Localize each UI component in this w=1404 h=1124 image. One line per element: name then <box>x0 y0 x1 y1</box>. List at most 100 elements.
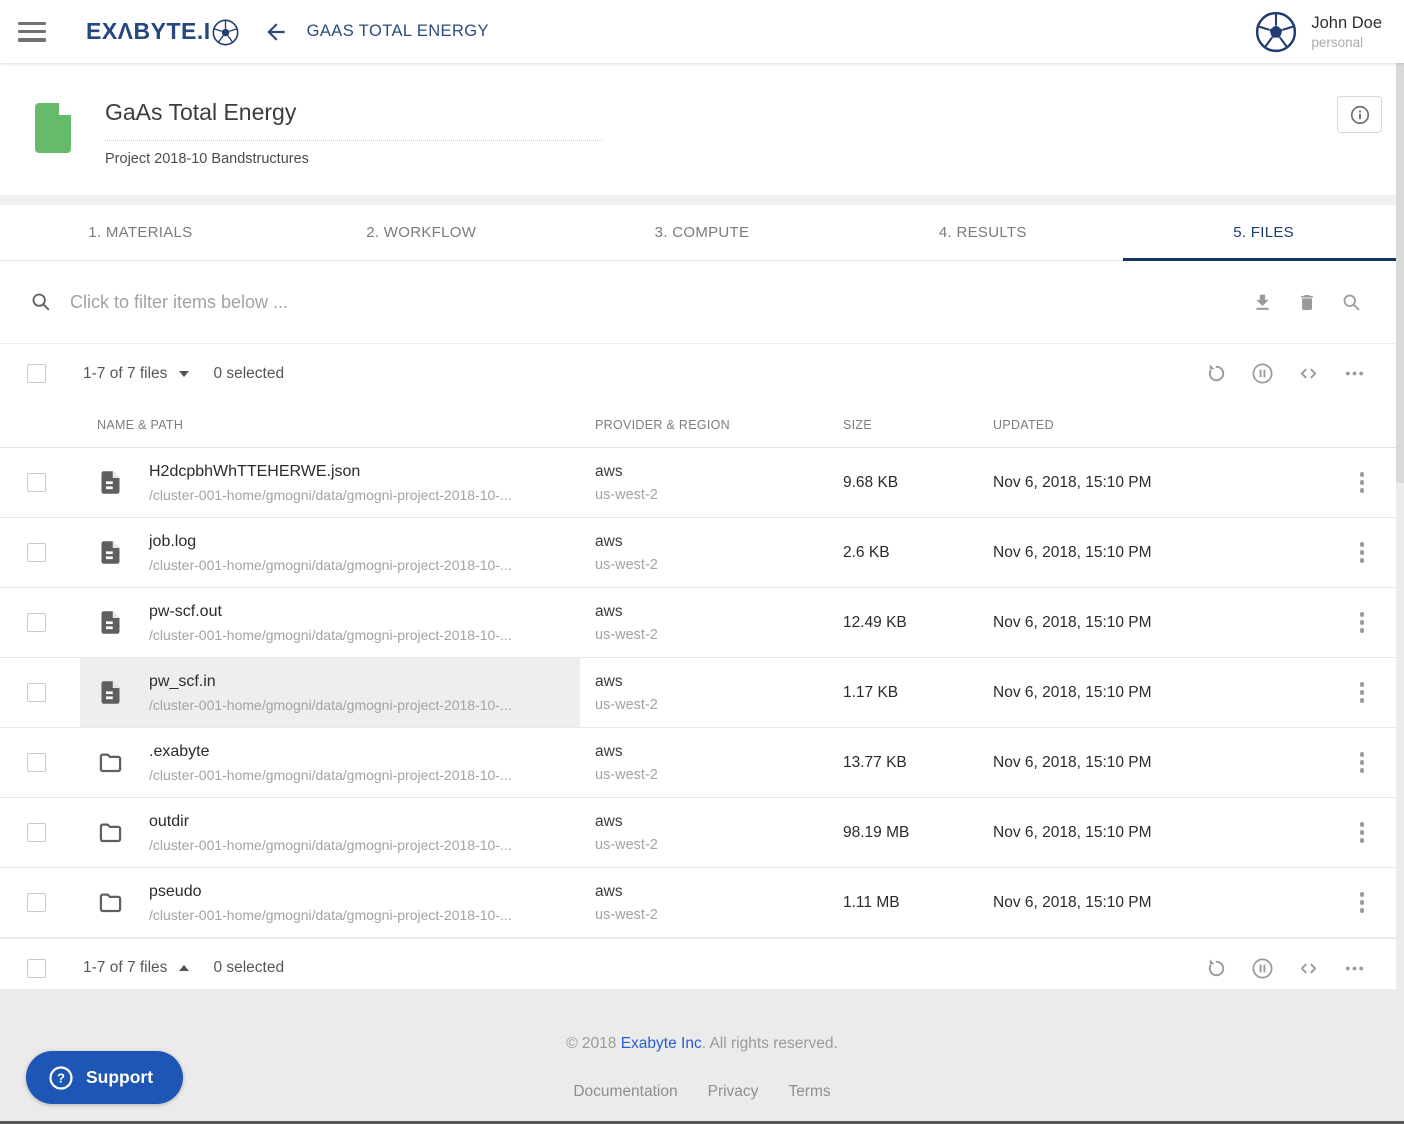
footer-link-terms[interactable]: Terms <box>788 1083 830 1101</box>
code-button[interactable] <box>1297 362 1320 385</box>
row-menu-icon[interactable] <box>1356 538 1369 567</box>
provider: aws <box>595 883 658 901</box>
tab-files[interactable]: 5. FILES <box>1123 205 1404 260</box>
search-button[interactable] <box>1341 292 1362 313</box>
row-menu-icon[interactable] <box>1356 468 1369 497</box>
pause-button[interactable] <box>1251 957 1274 980</box>
file-name[interactable]: pseudo <box>149 883 512 901</box>
file-path: /cluster-001-home/gmogni/data/gmogni-pro… <box>149 627 512 643</box>
column-provider-region[interactable]: PROVIDER & REGION <box>580 418 828 432</box>
provider: aws <box>595 673 658 691</box>
user-menu[interactable]: John Doe personal <box>1311 14 1382 50</box>
file-name[interactable]: pw_scf.in <box>149 673 512 691</box>
row-menu-icon[interactable] <box>1356 678 1369 707</box>
tab-materials[interactable]: 1. MATERIALS <box>0 205 281 260</box>
selected-count: 0 selected <box>213 365 284 383</box>
code-icon <box>1297 957 1320 980</box>
tab-workflow[interactable]: 2. WORKFLOW <box>281 205 562 260</box>
folder-icon <box>97 749 124 776</box>
file-name[interactable]: .exabyte <box>149 743 512 761</box>
provider: aws <box>595 813 658 831</box>
refresh-button[interactable] <box>1205 362 1228 385</box>
row-checkbox[interactable] <box>27 753 46 772</box>
file-list: H2dcpbhWhTTEHERWE.json /cluster-001-home… <box>0 448 1404 938</box>
region: us-west-2 <box>595 907 658 923</box>
refresh-icon <box>1205 362 1228 385</box>
chevron-up-icon[interactable] <box>179 965 189 971</box>
file-size: 1.11 MB <box>828 868 978 937</box>
file-updated: Nov 6, 2018, 15:10 PM <box>978 448 1278 517</box>
table-row: outdir /cluster-001-home/gmogni/data/gmo… <box>0 798 1404 868</box>
support-label: Support <box>86 1067 153 1088</box>
row-menu-icon[interactable] <box>1356 748 1369 777</box>
selected-count: 0 selected <box>213 959 284 977</box>
file-path: /cluster-001-home/gmogni/data/gmogni-pro… <box>149 767 512 783</box>
row-checkbox[interactable] <box>27 683 46 702</box>
row-menu-icon[interactable] <box>1356 888 1369 917</box>
row-checkbox[interactable] <box>27 543 46 562</box>
file-size: 2.6 KB <box>828 518 978 587</box>
code-button[interactable] <box>1297 957 1320 980</box>
row-checkbox[interactable] <box>27 473 46 492</box>
scrollbar[interactable] <box>1396 63 1404 989</box>
region: us-west-2 <box>595 837 658 853</box>
file-icon <box>97 679 124 706</box>
table-header: NAME & PATH PROVIDER & REGION SIZE UPDAT… <box>0 403 1404 448</box>
pause-icon <box>1251 362 1274 385</box>
column-updated[interactable]: UPDATED <box>978 418 1278 432</box>
more-horiz-icon <box>1343 957 1366 980</box>
region: us-west-2 <box>595 487 658 503</box>
file-path: /cluster-001-home/gmogni/data/gmogni-pro… <box>149 907 512 923</box>
info-button[interactable] <box>1337 96 1382 133</box>
tab-results[interactable]: 4. RESULTS <box>842 205 1123 260</box>
delete-button[interactable] <box>1297 292 1317 313</box>
company-link[interactable]: Exabyte Inc <box>621 1035 702 1052</box>
footer-link-privacy[interactable]: Privacy <box>708 1083 759 1101</box>
support-button[interactable]: ? Support <box>26 1051 183 1104</box>
tab-compute[interactable]: 3. COMPUTE <box>562 205 843 260</box>
code-icon <box>1297 362 1320 385</box>
more-horiz-icon <box>1343 362 1366 385</box>
filter-search-icon <box>30 291 52 313</box>
logo[interactable]: EXΛBYTE.I <box>86 17 239 46</box>
table-row: job.log /cluster-001-home/gmogni/data/gm… <box>0 518 1404 588</box>
filter-input[interactable] <box>70 292 1252 313</box>
file-name[interactable]: H2dcpbhWhTTEHERWE.json <box>149 463 512 481</box>
row-menu-icon[interactable] <box>1356 608 1369 637</box>
file-name[interactable]: pw-scf.out <box>149 603 512 621</box>
file-size: 1.17 KB <box>828 658 978 727</box>
breadcrumb-title: GAAS TOTAL ENERGY <box>307 22 489 41</box>
provider: aws <box>595 603 658 621</box>
table-row: pseudo /cluster-001-home/gmogni/data/gmo… <box>0 868 1404 938</box>
more-button[interactable] <box>1343 362 1366 385</box>
info-icon <box>1349 104 1371 126</box>
footer-link-documentation[interactable]: Documentation <box>573 1083 677 1101</box>
folder-icon <box>97 819 124 846</box>
pause-button[interactable] <box>1251 362 1274 385</box>
table-row: .exabyte /cluster-001-home/gmogni/data/g… <box>0 728 1404 798</box>
row-checkbox[interactable] <box>27 613 46 632</box>
row-menu-icon[interactable] <box>1356 818 1369 847</box>
chevron-down-icon[interactable] <box>179 371 189 377</box>
scrollbar-thumb[interactable] <box>1396 63 1404 483</box>
row-checkbox[interactable] <box>27 823 46 842</box>
logo-text: EXΛBYTE.I <box>86 18 211 45</box>
file-name[interactable]: outdir <box>149 813 512 831</box>
avatar[interactable] <box>1255 11 1297 53</box>
column-name-path[interactable]: NAME & PATH <box>80 418 580 432</box>
menu-icon[interactable] <box>18 22 46 42</box>
more-button[interactable] <box>1343 957 1366 980</box>
filter-bar <box>0 261 1404 344</box>
range-label: 1-7 of 7 files <box>83 959 167 977</box>
user-name: John Doe <box>1311 14 1382 33</box>
back-arrow-icon[interactable] <box>263 19 289 45</box>
row-checkbox[interactable] <box>27 893 46 912</box>
refresh-button[interactable] <box>1205 957 1228 980</box>
download-button[interactable] <box>1252 292 1273 313</box>
region: us-west-2 <box>595 627 658 643</box>
file-name[interactable]: job.log <box>149 533 512 551</box>
select-all-checkbox[interactable] <box>27 959 46 978</box>
column-size[interactable]: SIZE <box>828 418 978 432</box>
refresh-icon <box>1205 957 1228 980</box>
select-all-checkbox[interactable] <box>27 364 46 383</box>
